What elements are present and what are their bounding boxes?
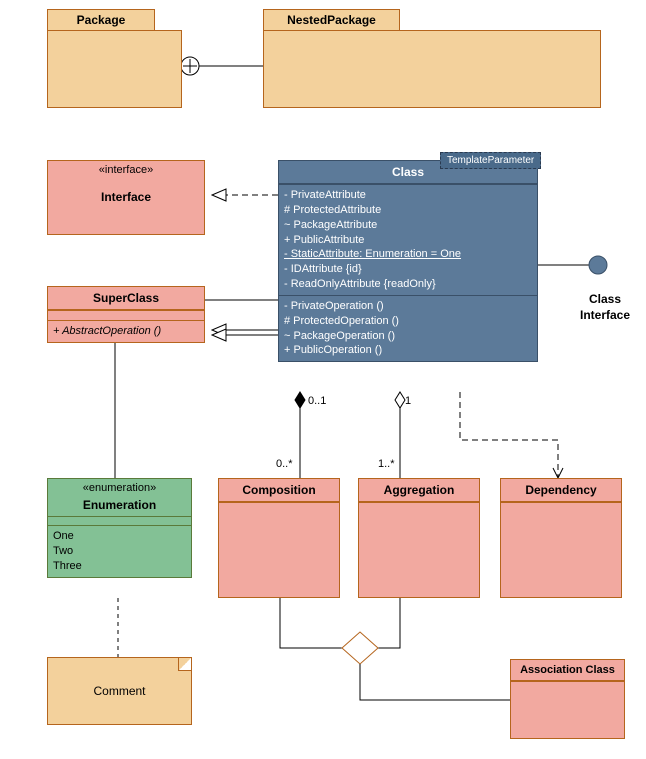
class-box: Class - PrivateAttribute # ProtectedAttr… <box>278 160 538 362</box>
enum-v1: One <box>53 529 186 544</box>
enum-vals: One Two Three <box>48 525 191 577</box>
comment-text: Comment <box>93 684 145 698</box>
attr-static: - StaticAttribute: Enumeration = One <box>284 247 532 262</box>
comment-note: Comment <box>47 657 192 725</box>
nested-package-body <box>263 30 601 108</box>
composition-box: Composition <box>218 478 340 598</box>
nested-package-tab: NestedPackage <box>263 9 400 31</box>
aggregation-box: Aggregation <box>358 478 480 598</box>
package-label: Package <box>77 13 126 27</box>
attr-package: ~ PackageAttribute <box>284 218 532 233</box>
package-body <box>47 30 182 108</box>
superclass-attrs-empty <box>48 310 204 320</box>
enum-v2: Two <box>53 544 186 559</box>
enum-empty <box>48 517 191 525</box>
enum-name: Enumeration <box>48 494 191 517</box>
dependency-box: Dependency <box>500 478 622 598</box>
mult-agg-near: 1 <box>405 395 411 407</box>
interface-stereo: «interface» <box>48 161 204 176</box>
nested-package-label: NestedPackage <box>287 13 376 27</box>
op-private: - PrivateOperation () <box>284 299 532 314</box>
mult-agg-far: 1..* <box>378 458 395 470</box>
association-class-empty <box>511 681 624 691</box>
op-package: ~ PackageOperation () <box>284 329 532 344</box>
dependency-empty <box>501 502 621 512</box>
op-protected: # ProtectedOperation () <box>284 314 532 329</box>
attr-readonly: - ReadOnlyAttribute {readOnly} <box>284 277 532 292</box>
dependency-name: Dependency <box>501 479 621 502</box>
class-ops: - PrivateOperation () # ProtectedOperati… <box>279 295 537 361</box>
superclass-op: + AbstractOperation () <box>48 320 204 342</box>
uml-diagram: Package NestedPackage «interface» Interf… <box>0 0 646 759</box>
attr-protected: # ProtectedAttribute <box>284 203 532 218</box>
attr-private: - PrivateAttribute <box>284 188 532 203</box>
composition-empty <box>219 502 339 512</box>
mult-comp-near: 0..1 <box>308 395 326 407</box>
connectors-layer <box>0 0 646 759</box>
attr-id: - IDAttribute {id} <box>284 262 532 277</box>
composition-name: Composition <box>219 479 339 502</box>
mult-comp-far: 0..* <box>276 458 293 470</box>
op-public: + PublicOperation () <box>284 343 532 358</box>
template-parameter: TemplateParameter <box>440 152 541 169</box>
aggregation-empty <box>359 502 479 512</box>
lollipop-line2: Interface <box>580 308 630 322</box>
class-attrs: - PrivateAttribute # ProtectedAttribute … <box>279 184 537 295</box>
lollipop-label: Class Interface <box>565 292 645 323</box>
interface-name: Interface <box>48 176 204 204</box>
enum-stereo: «enumeration» <box>48 479 191 494</box>
package-tab: Package <box>47 9 155 31</box>
superclass-name: SuperClass <box>48 287 204 310</box>
enum-v3: Three <box>53 559 186 574</box>
attr-public: + PublicAttribute <box>284 233 532 248</box>
interface-box: «interface» Interface <box>47 160 205 235</box>
lollipop-line1: Class <box>589 292 621 306</box>
aggregation-name: Aggregation <box>359 479 479 502</box>
association-class-box: Association Class <box>510 659 625 739</box>
association-class-name: Association Class <box>511 660 624 681</box>
enumeration-box: «enumeration» Enumeration One Two Three <box>47 478 192 578</box>
superclass-box: SuperClass + AbstractOperation () <box>47 286 205 343</box>
